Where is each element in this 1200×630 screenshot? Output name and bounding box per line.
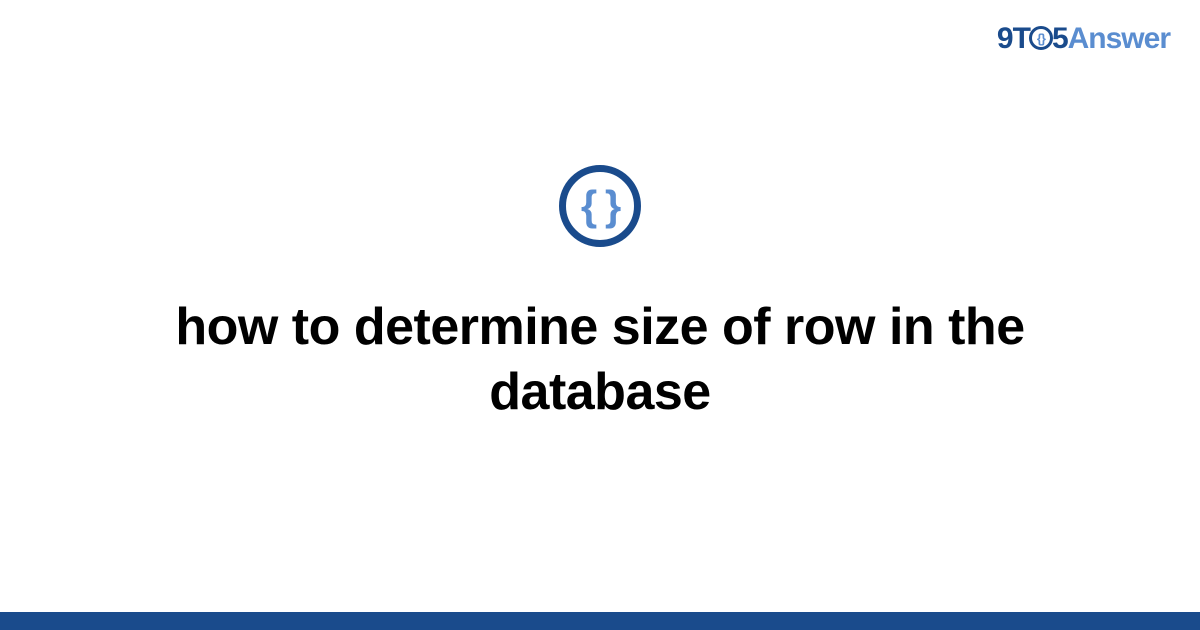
content-wrapper: { } how to determine size of row in the … (0, 0, 1200, 630)
footer-bar (0, 612, 1200, 630)
braces-glyph: { } (581, 182, 619, 230)
page-title: how to determine size of row in the data… (70, 295, 1130, 425)
code-braces-icon: { } (559, 165, 641, 247)
